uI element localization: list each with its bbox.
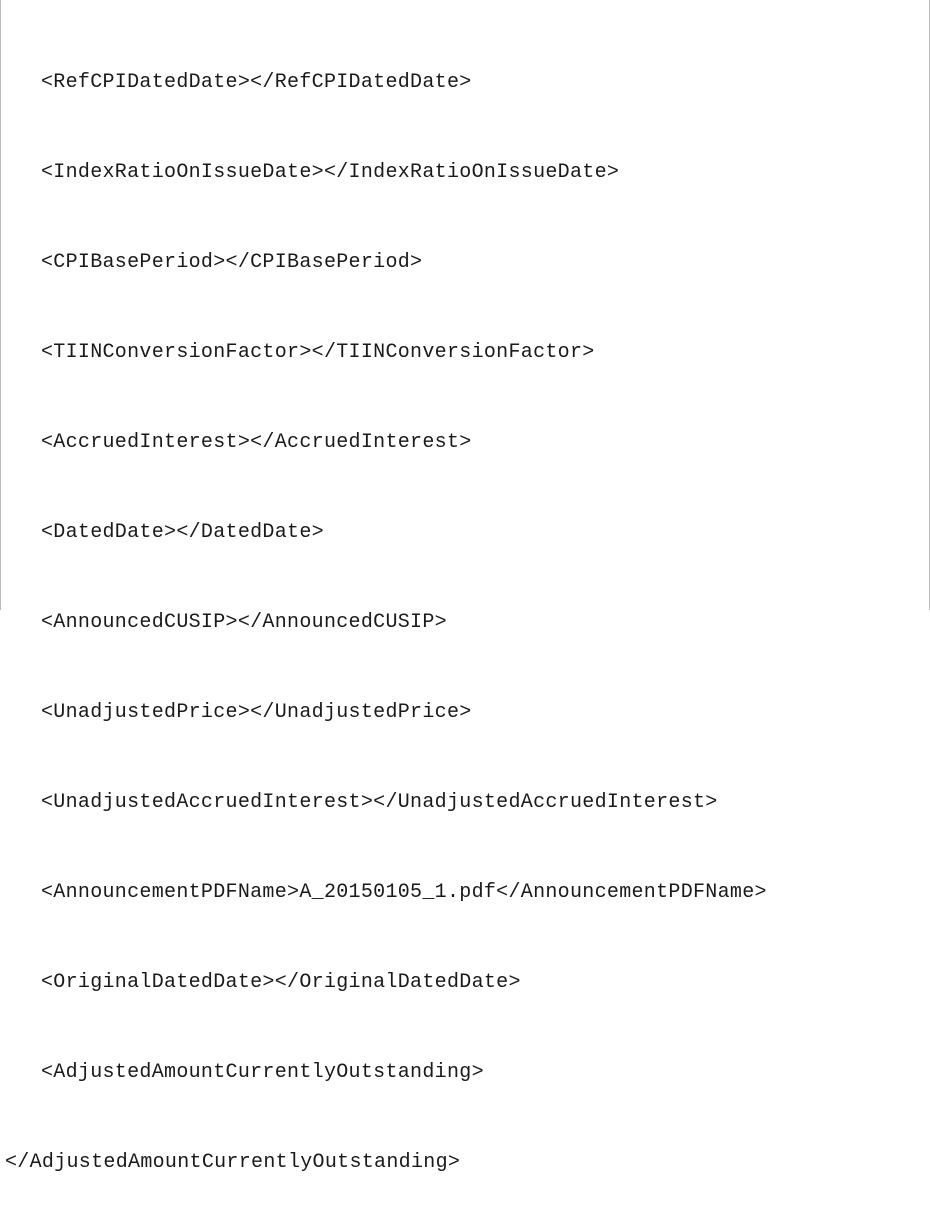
code-line: <AdjustedAmountCurrentlyOutstanding> [5, 1058, 925, 1088]
xml-code-block: <RefCPIDatedDate></RefCPIDatedDate> <Ind… [5, 8, 925, 1220]
code-line: <CPIBasePeriod></CPIBasePeriod> [5, 248, 925, 278]
code-line: <RefCPIDatedDate></RefCPIDatedDate> [5, 68, 925, 98]
code-line: <AnnouncementPDFName>A_20150105_1.pdf</A… [5, 878, 925, 908]
code-line: <TIINConversionFactor></TIINConversionFa… [5, 338, 925, 368]
code-line: <UnadjustedPrice></UnadjustedPrice> [5, 698, 925, 728]
code-line: <DatedDate></DatedDate> [5, 518, 925, 548]
code-line: <IndexRatioOnIssueDate></IndexRatioOnIss… [5, 158, 925, 188]
code-line: <UnadjustedAccruedInterest></UnadjustedA… [5, 788, 925, 818]
code-line: <OriginalDatedDate></OriginalDatedDate> [5, 968, 925, 998]
code-line: <AccruedInterest></AccruedInterest> [5, 428, 925, 458]
code-line: </AdjustedAmountCurrentlyOutstanding> [5, 1148, 925, 1178]
code-line: <AnnouncedCUSIP></AnnouncedCUSIP> [5, 608, 925, 638]
